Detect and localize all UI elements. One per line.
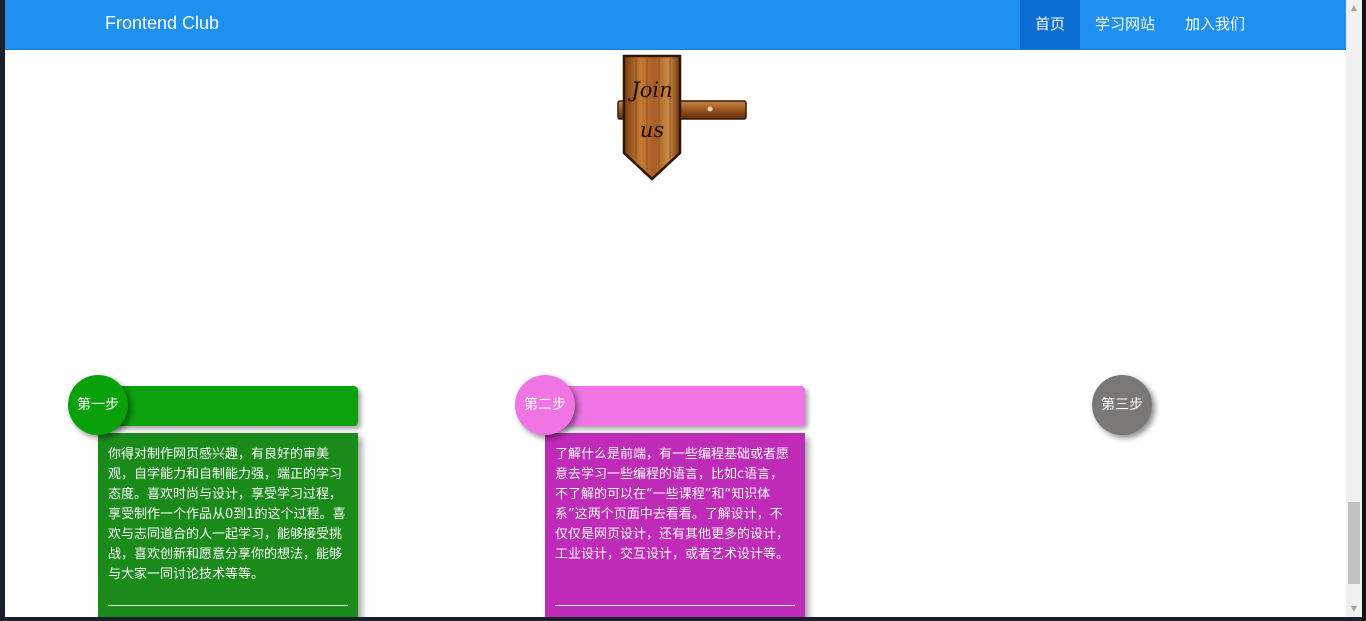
step-one-body: 你得对制作网页感兴趣，有良好的审美观，自学能力和自制能力强，端正的学习态度。喜欢… <box>98 433 358 617</box>
scroll-down-icon[interactable]: ▼ <box>1346 601 1362 617</box>
step-two-body: 了解什么是前端，有一些编程基础或者愿意去学习一些编程的语言，比如c语言，不了解的… <box>545 433 805 617</box>
wooden-sign-icon: Join us <box>617 54 747 181</box>
scrollbar-thumb[interactable] <box>1348 502 1360 584</box>
join-us-sign-image: Join us <box>612 53 752 185</box>
sign-text-us: us <box>640 118 665 142</box>
step-two-divider <box>555 605 795 606</box>
vertical-scrollbar[interactable]: ▲ ▼ <box>1346 0 1362 617</box>
step-one-text: 你得对制作网页感兴趣，有良好的审美观，自学能力和自制能力强，端正的学习态度。喜欢… <box>108 447 346 582</box>
nav-links: 首页 学习网站 加入我们 <box>1020 0 1260 49</box>
browser-viewport: Frontend Club 首页 学习网站 加入我们 Join us 第一步 你… <box>5 0 1346 617</box>
step-two-badge: 第二步 <box>515 375 575 435</box>
navbar: Frontend Club 首页 学习网站 加入我们 <box>5 0 1346 50</box>
step-three-badge: 第三步 <box>1092 375 1152 435</box>
screen-edge <box>1362 0 1366 621</box>
nav-link-learning-sites[interactable]: 学习网站 <box>1080 0 1170 49</box>
sign-text-join: Join <box>627 78 672 102</box>
scroll-up-icon[interactable]: ▲ <box>1346 0 1362 16</box>
step-two-text: 了解什么是前端，有一些编程基础或者愿意去学习一些编程的语言，比如c语言，不了解的… <box>555 447 790 562</box>
step-two-header <box>545 386 805 426</box>
step-one-divider <box>108 605 348 606</box>
nav-link-join-us[interactable]: 加入我们 <box>1170 0 1260 49</box>
nav-link-home[interactable]: 首页 <box>1020 0 1081 49</box>
brand-logo-text[interactable]: Frontend Club <box>105 13 219 34</box>
step-one-header <box>98 386 358 426</box>
step-one-badge: 第一步 <box>68 375 128 435</box>
